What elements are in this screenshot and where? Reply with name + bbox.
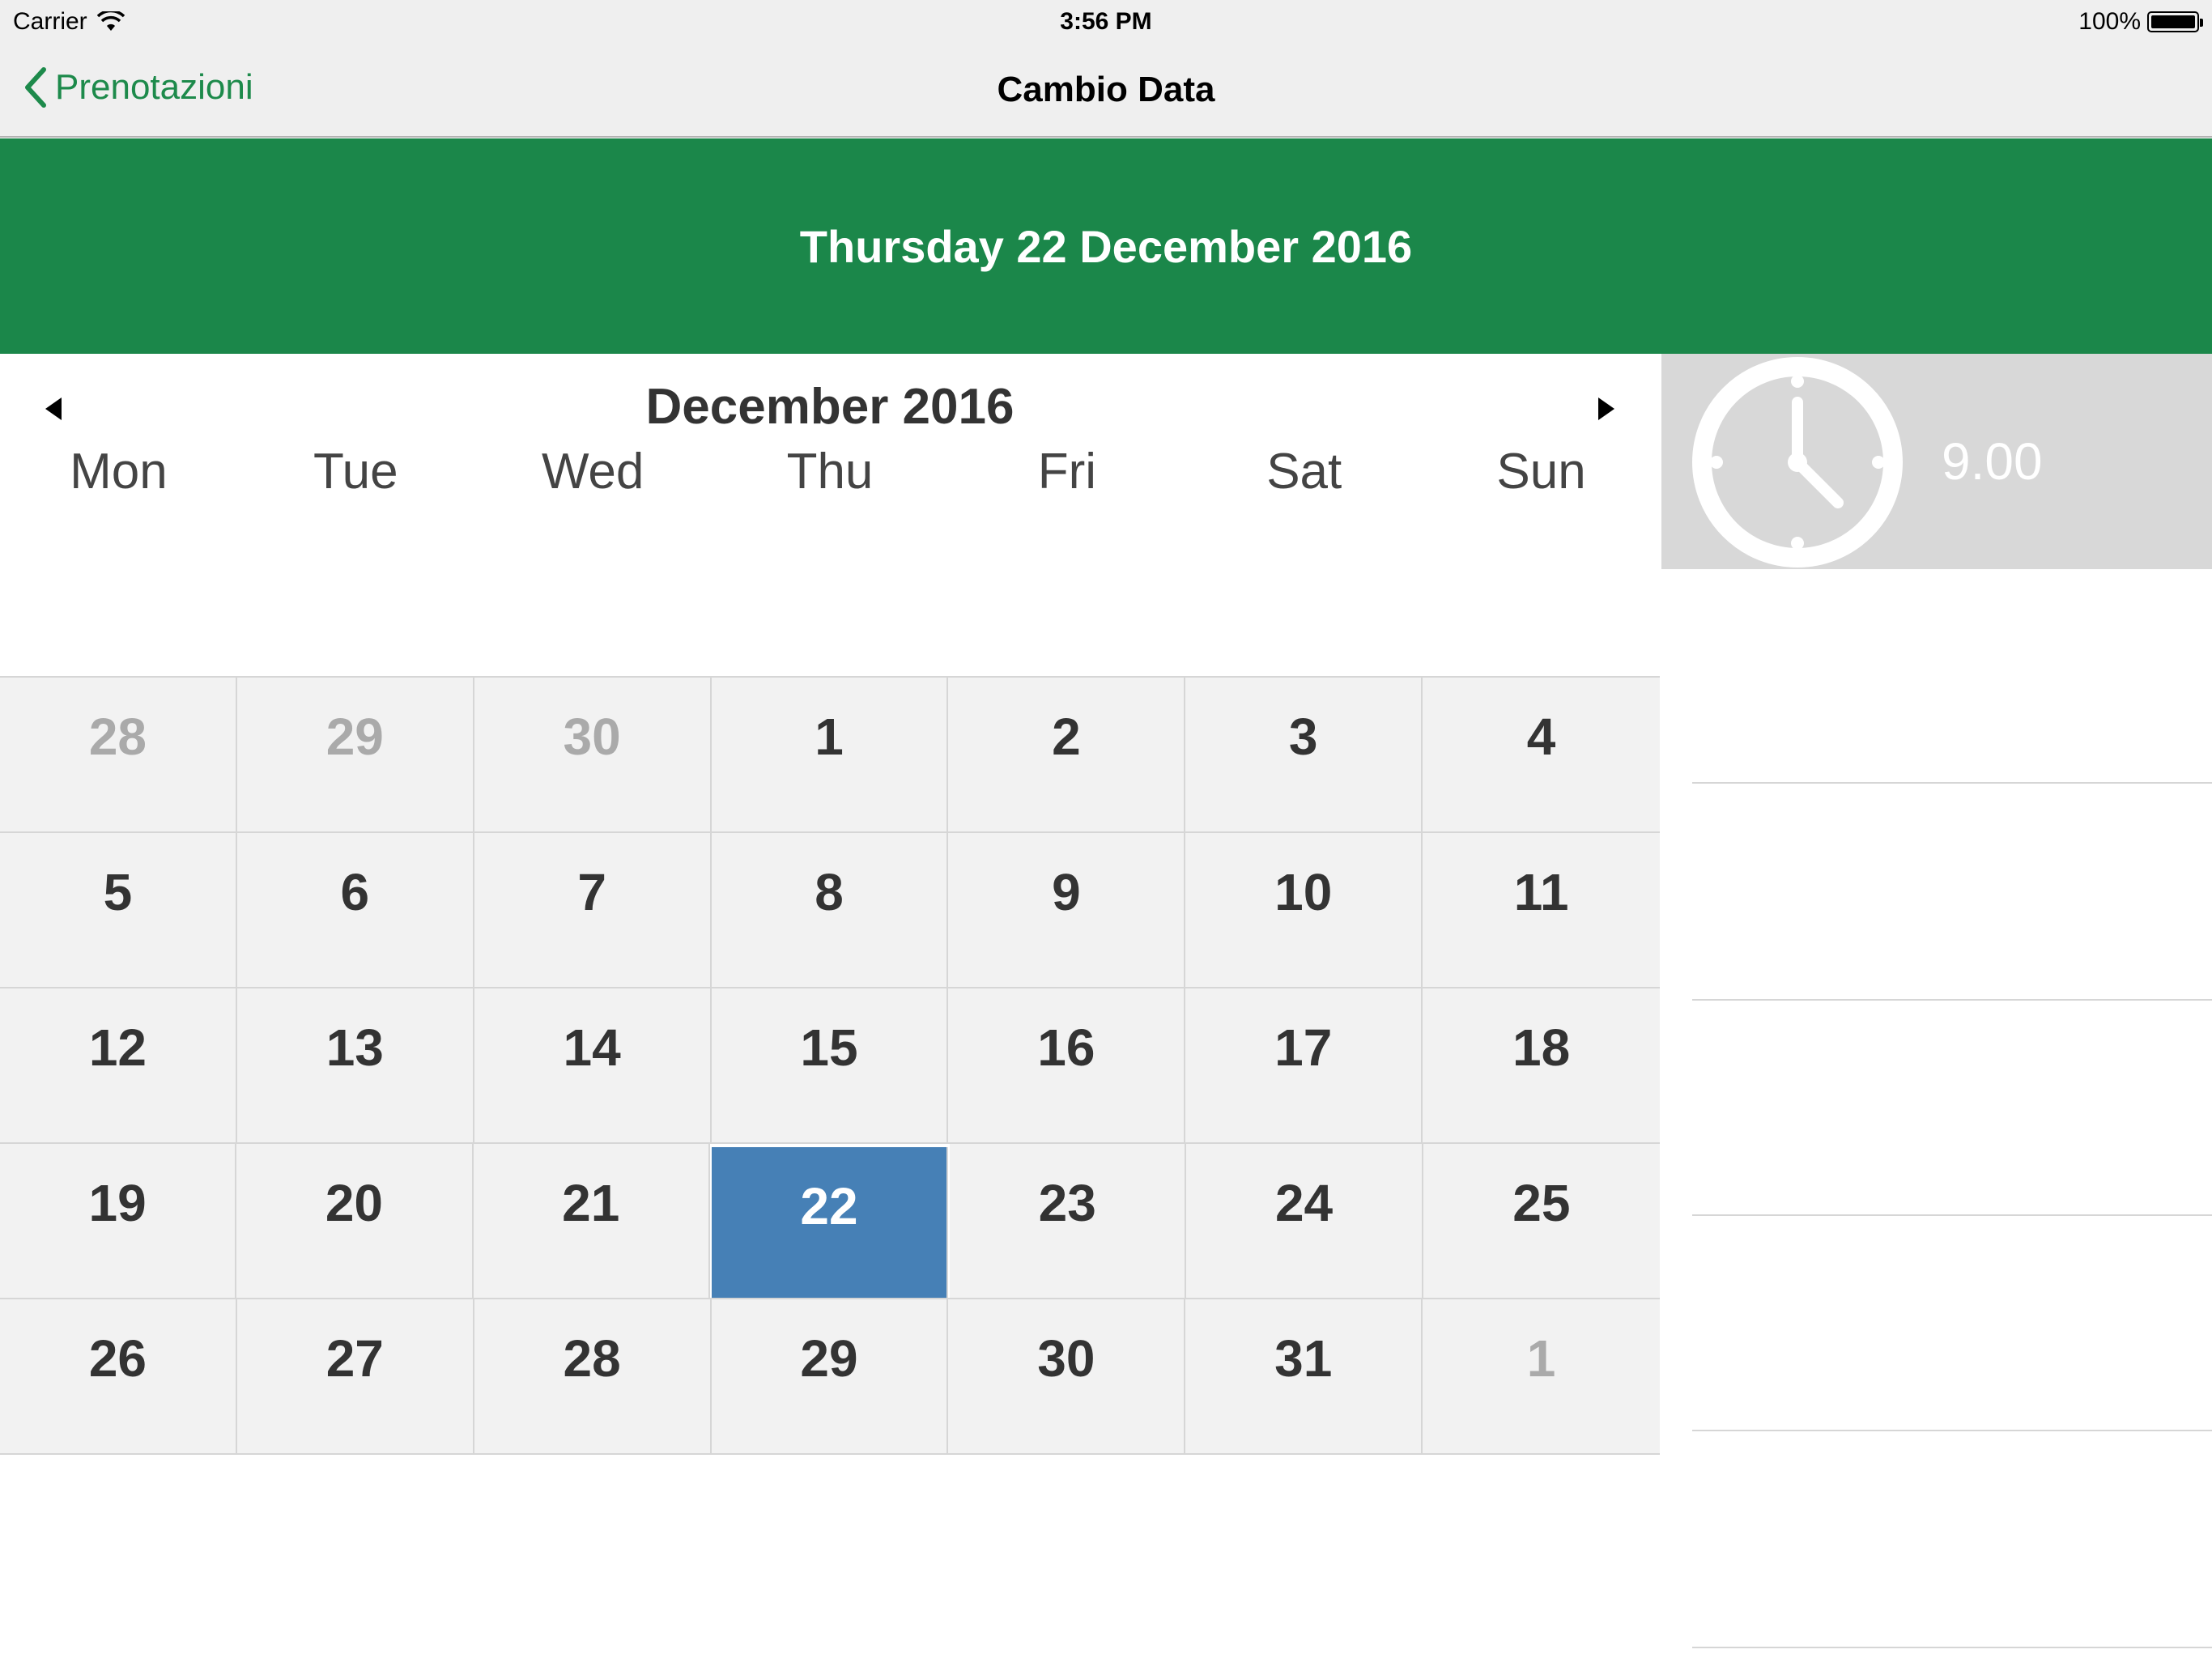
calendar-week-row: 12 13 14 15 16 17 18: [0, 988, 1661, 1144]
status-bar: Carrier 3:56 PM 100%: [0, 0, 2212, 45]
calendar-day[interactable]: 16: [948, 988, 1186, 1142]
back-label: Prenotazioni: [55, 67, 253, 107]
calendar-grid: 28 29 30 1 2 3 4 5 6 7 8 9 10 11 12 13 14 15 16 17 18 19 20 21 2…: [0, 676, 1661, 1455]
calendar-day[interactable]: 15: [711, 988, 949, 1142]
calendar-day[interactable]: 10: [1185, 833, 1423, 987]
weekday-label: Mon: [70, 444, 168, 500]
calendar-day[interactable]: 30: [948, 1299, 1186, 1453]
calendar-day[interactable]: 9: [948, 833, 1186, 987]
selected-date-label: Thursday 22 December 2016: [799, 220, 1413, 272]
calendar-day-selected[interactable]: 22: [711, 1147, 949, 1298]
calendar-day[interactable]: 29: [236, 678, 474, 831]
calendar-day[interactable]: 28: [474, 1299, 712, 1453]
calendar-day[interactable]: 2: [948, 678, 1186, 831]
weekday-label: Sun: [1496, 444, 1586, 500]
calendar-day[interactable]: 1: [1423, 1299, 1661, 1453]
calendar-day[interactable]: 25: [1423, 1144, 1660, 1298]
navigation-bar: Prenotazioni Cambio Data: [0, 45, 2212, 138]
list-separator: [1692, 782, 2212, 784]
back-button[interactable]: Prenotazioni: [23, 66, 253, 108]
calendar-day[interactable]: 13: [236, 988, 474, 1142]
selected-date-header: Thursday 22 December 2016: [0, 138, 2212, 354]
chevron-left-icon: [25, 67, 46, 108]
battery-percent: 100%: [2078, 8, 2141, 35]
calendar-week-row: 5 6 7 8 9 10 11: [0, 833, 1661, 988]
weekday-header-row: Mon Tue Wed Thu Fri Sat Sun: [0, 443, 1660, 500]
calendar-day[interactable]: 19: [0, 1144, 237, 1298]
calendar-day[interactable]: 3: [1185, 678, 1423, 831]
calendar-month-label: December 2016: [645, 379, 1015, 435]
calendar-day[interactable]: 28: [0, 678, 237, 831]
weekday-label: Fri: [1037, 444, 1097, 500]
list-separator: [1692, 1647, 2212, 1648]
page-title: Cambio Data: [997, 70, 1215, 109]
calendar-day[interactable]: 14: [474, 988, 712, 1142]
weekday-label: Tue: [313, 444, 398, 500]
calendar-day[interactable]: 20: [236, 1144, 474, 1298]
calendar-day[interactable]: 8: [711, 833, 949, 987]
calendar-day[interactable]: 27: [236, 1299, 474, 1453]
calendar-header: December 2016 Mon Tue Wed Thu Fri Sat Su…: [0, 354, 1660, 678]
calendar-day[interactable]: 31: [1185, 1299, 1423, 1453]
calendar-day[interactable]: 12: [0, 988, 237, 1142]
calendar-day[interactable]: 17: [1185, 988, 1423, 1142]
calendar-week-row: 28 29 30 1 2 3 4: [0, 678, 1661, 833]
time-slot-button[interactable]: 9.00: [1661, 354, 2212, 569]
next-month-arrow-icon[interactable]: [1590, 393, 1623, 425]
status-battery: 100%: [2078, 8, 2203, 36]
weekday-label: Thu: [786, 444, 874, 500]
clock-icon: [1692, 357, 1903, 568]
battery-icon: [2147, 11, 2203, 32]
calendar-day[interactable]: 1: [711, 678, 949, 831]
calendar-day[interactable]: 7: [474, 833, 712, 987]
calendar-day[interactable]: 29: [711, 1299, 949, 1453]
calendar-day[interactable]: 24: [1186, 1144, 1423, 1298]
calendar-day[interactable]: 26: [0, 1299, 237, 1453]
calendar-day[interactable]: 6: [236, 833, 474, 987]
calendar-week-row: 19 20 21 22 23 24 25: [0, 1144, 1660, 1299]
calendar: December 2016 Mon Tue Wed Thu Fri Sat Su…: [0, 354, 1661, 1455]
calendar-day[interactable]: 21: [473, 1144, 710, 1298]
list-separator: [1692, 1430, 2212, 1431]
status-time: 3:56 PM: [1060, 8, 1152, 35]
calendar-week-row: 26 27 28 29 30 31 1: [0, 1299, 1661, 1455]
calendar-day[interactable]: 4: [1423, 678, 1661, 831]
calendar-day[interactable]: 23: [950, 1144, 1187, 1298]
weekday-label: Wed: [541, 444, 644, 500]
calendar-day[interactable]: 30: [474, 678, 712, 831]
list-separator: [1692, 1214, 2212, 1216]
weekday-label: Sat: [1266, 444, 1342, 500]
time-slot-label: 9.00: [1942, 432, 2043, 491]
calendar-day[interactable]: 18: [1423, 988, 1661, 1142]
calendar-day[interactable]: 5: [0, 833, 237, 987]
list-separator: [1692, 999, 2212, 1001]
calendar-day[interactable]: 11: [1423, 833, 1661, 987]
